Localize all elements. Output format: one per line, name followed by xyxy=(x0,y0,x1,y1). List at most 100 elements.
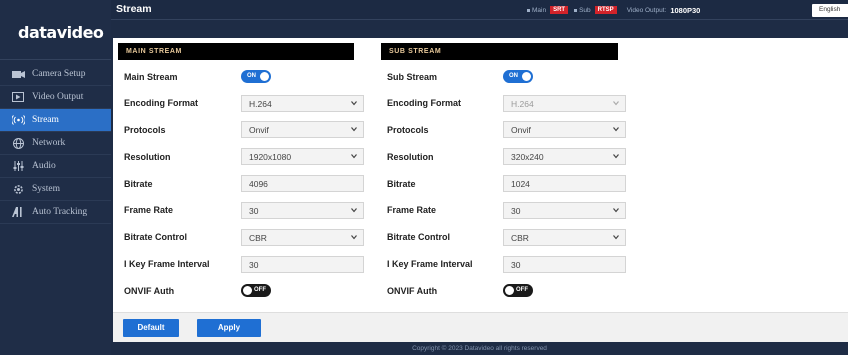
toggle-state-text: ON xyxy=(247,73,256,79)
sub-bitrate-value: 1024 xyxy=(511,179,530,189)
chevron-down-icon xyxy=(351,207,357,213)
main-bitrate-value: 4096 xyxy=(249,179,268,189)
stream-settings-panel: MAIN STREAM Main Stream ON Encoding Form… xyxy=(113,38,848,342)
toggle-state-text: OFF xyxy=(516,287,528,293)
sub-onvif-toggle[interactable]: OFF xyxy=(503,284,533,297)
sub-encoding-select[interactable]: H.264 xyxy=(503,95,626,112)
default-button[interactable]: Default xyxy=(123,319,179,337)
sub-protocols-select[interactable]: Onvif xyxy=(503,121,626,138)
main-framerate-value: 30 xyxy=(249,206,259,216)
toggle-knob xyxy=(505,286,514,295)
sub-keyframe-label: I Key Frame Interval xyxy=(387,259,473,269)
chevron-down-icon xyxy=(613,234,619,240)
sub-framerate-label: Frame Rate xyxy=(387,205,437,215)
sidebar-item-system[interactable]: System xyxy=(0,178,111,201)
sidebar-item-label: Camera Setup xyxy=(32,69,86,79)
main-framerate-label: Frame Rate xyxy=(124,205,174,215)
main-bitrate-control-select[interactable]: CBR xyxy=(241,229,364,246)
video-output-value: 1080P30 xyxy=(670,5,701,15)
main-keyframe-value: 30 xyxy=(249,260,259,270)
sidebar-item-label: Network xyxy=(32,138,66,148)
sidebar-item-stream[interactable]: Stream xyxy=(0,109,111,132)
chevron-down-icon xyxy=(351,126,357,132)
chevron-down-icon xyxy=(613,126,619,132)
sub-bitrate-control-select[interactable]: CBR xyxy=(503,229,626,246)
main-status-dot-icon xyxy=(527,8,530,12)
sub-bitrate-control-value: CBR xyxy=(511,233,529,243)
main-status-label: Main xyxy=(532,6,547,14)
chevron-down-icon xyxy=(351,153,357,159)
sub-onvif-label: ONVIF Auth xyxy=(387,286,438,296)
main-keyframe-label: I Key Frame Interval xyxy=(124,259,210,269)
main-encoding-label: Encoding Format xyxy=(124,98,198,108)
video-output-icon xyxy=(11,91,25,103)
sub-protocols-value: Onvif xyxy=(511,125,531,135)
main-onvif-label: ONVIF Auth xyxy=(124,286,175,296)
language-value: English xyxy=(819,6,841,13)
sub-keyframe-input[interactable]: 30 xyxy=(503,256,626,273)
language-select[interactable]: English xyxy=(812,4,848,17)
main-keyframe-input[interactable]: 30 xyxy=(241,256,364,273)
sub-bitrate-input[interactable]: 1024 xyxy=(503,175,626,192)
brand-logo: datavideo xyxy=(0,0,111,60)
main-encoding-select[interactable]: H.264 xyxy=(241,95,364,112)
toggle-state-text: OFF xyxy=(254,287,266,293)
sub-framerate-select[interactable]: 30 xyxy=(503,202,626,219)
sub-encoding-value: H.264 xyxy=(511,99,534,109)
sub-resolution-label: Resolution xyxy=(387,152,434,162)
sub-status-dot-icon xyxy=(574,8,578,12)
main-onvif-toggle[interactable]: OFF xyxy=(241,284,271,297)
chevron-down-icon xyxy=(613,100,619,106)
chevron-down-icon xyxy=(351,100,357,106)
sidebar-item-camera-setup[interactable]: Camera Setup xyxy=(0,63,111,86)
sidebar-item-label: Stream xyxy=(32,115,59,125)
sidebar-item-label: System xyxy=(32,184,60,194)
sidebar-item-label: Video Output xyxy=(32,92,84,102)
main-resolution-label: Resolution xyxy=(124,152,171,162)
audio-icon xyxy=(11,160,25,172)
chevron-down-icon xyxy=(351,234,357,240)
chevron-down-icon xyxy=(613,207,619,213)
sidebar-nav: Camera Setup Video Output Stream Network xyxy=(0,63,111,224)
main-stream-toggle-label: Main Stream xyxy=(124,72,178,82)
stream-status: Main SRT Sub RTSP Video Output: 1080P30 xyxy=(527,5,700,15)
logo-text: datavideo xyxy=(18,23,104,42)
sidebar-item-audio[interactable]: Audio xyxy=(0,155,111,178)
network-icon xyxy=(11,137,25,149)
main-encoding-value: H.264 xyxy=(249,99,272,109)
main-bitrate-input[interactable]: 4096 xyxy=(241,175,364,192)
chevron-down-icon xyxy=(613,153,619,159)
main-resolution-select[interactable]: 1920x1080 xyxy=(241,148,364,165)
sub-bitrate-control-label: Bitrate Control xyxy=(387,232,450,242)
sub-resolution-select[interactable]: 320x240 xyxy=(503,148,626,165)
sub-keyframe-value: 30 xyxy=(511,260,521,270)
sub-resolution-value: 320x240 xyxy=(511,152,544,162)
sub-stream-toggle-label: Sub Stream xyxy=(387,72,438,82)
video-output-label: Video Output: xyxy=(626,6,667,14)
page-title: Stream xyxy=(116,3,152,15)
apply-button[interactable]: Apply xyxy=(197,319,261,337)
sidebar-item-auto-tracking[interactable]: Auto Tracking xyxy=(0,201,111,224)
main-bitrate-control-label: Bitrate Control xyxy=(124,232,187,242)
camera-icon xyxy=(11,68,25,80)
sub-bitrate-label: Bitrate xyxy=(387,179,416,189)
main-protocols-select[interactable]: Onvif xyxy=(241,121,364,138)
stream-icon xyxy=(11,114,25,126)
sidebar-item-network[interactable]: Network xyxy=(0,132,111,155)
sub-stream-toggle[interactable]: ON xyxy=(503,70,533,83)
sidebar-item-video-output[interactable]: Video Output xyxy=(0,86,111,109)
toggle-knob xyxy=(243,286,252,295)
sidebar-item-label: Auto Tracking xyxy=(32,207,88,217)
toggle-knob xyxy=(260,72,269,81)
sub-encoding-label: Encoding Format xyxy=(387,98,461,108)
main-protocol-badge: SRT xyxy=(550,6,569,14)
main-protocols-value: Onvif xyxy=(249,125,269,135)
main-bitrate-control-value: CBR xyxy=(249,233,267,243)
sub-status-label: Sub xyxy=(579,6,591,14)
main-stream-heading: MAIN STREAM xyxy=(118,43,354,60)
main-framerate-select[interactable]: 30 xyxy=(241,202,364,219)
sub-framerate-value: 30 xyxy=(511,206,521,216)
sub-stream-heading: SUB STREAM xyxy=(381,43,618,60)
main-stream-toggle[interactable]: ON xyxy=(241,70,271,83)
main-protocols-label: Protocols xyxy=(124,125,166,135)
